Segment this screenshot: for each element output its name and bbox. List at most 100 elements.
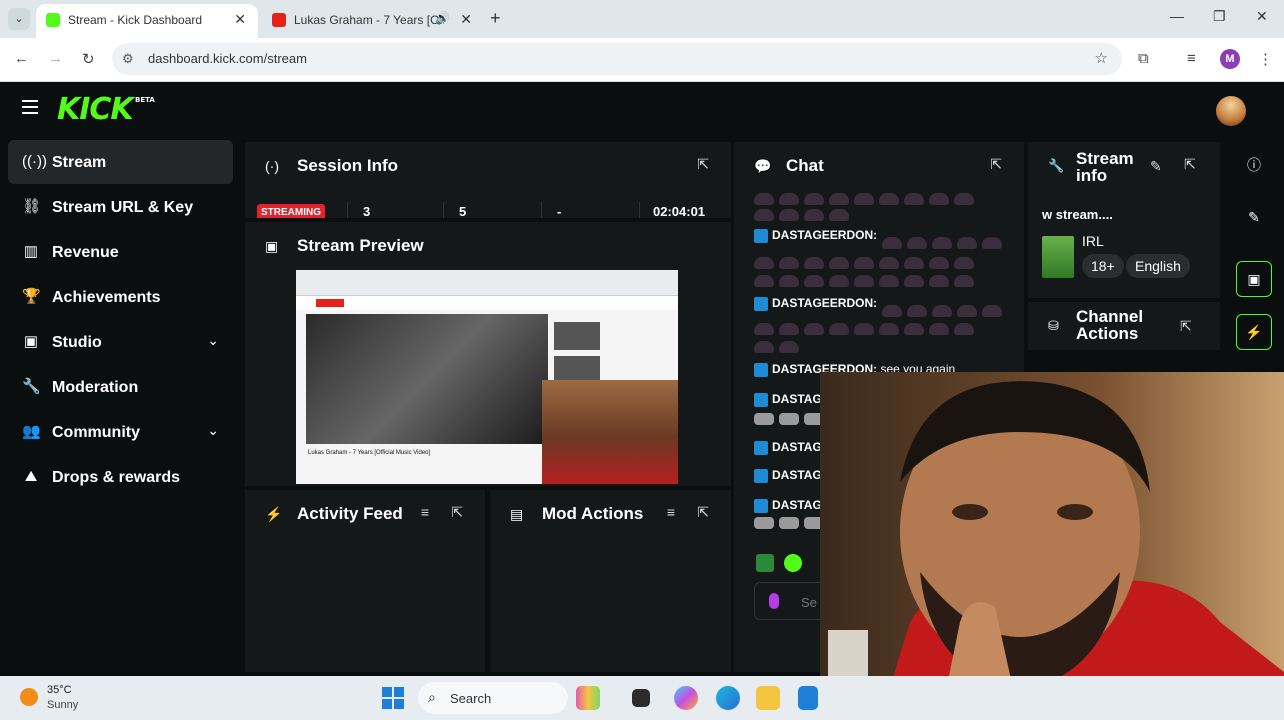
tag-18plus[interactable]: 18+: [1082, 254, 1124, 278]
screen-capture-icon[interactable]: ▣: [1236, 261, 1272, 297]
sidebar-item-label: Moderation: [52, 379, 139, 396]
chat-username[interactable]: DASTAGEERDON:: [772, 296, 877, 310]
edit-pencil-icon[interactable]: ✎: [1150, 158, 1162, 175]
store-app-icon[interactable]: [798, 686, 818, 710]
popout-icon[interactable]: ⇱: [990, 156, 1002, 173]
streaming-badge: STREAMING: [257, 204, 325, 218]
category-image[interactable]: [1042, 236, 1074, 278]
hamburger-menu-icon[interactable]: [22, 100, 38, 118]
media-controls-icon[interactable]: ≡: [1187, 50, 1196, 67]
sidebar-item-drops-rewards[interactable]: ⛰ Drops & rewards: [8, 455, 233, 499]
popout-icon[interactable]: ⇱: [697, 504, 709, 521]
studio-icon: ▣: [23, 333, 39, 350]
wrench-icon: 🔧: [1048, 158, 1065, 173]
back-button[interactable]: ←: [14, 50, 29, 67]
chat-emotes: [754, 274, 979, 288]
weather-temp[interactable]: 35°C: [47, 684, 72, 696]
divider: [347, 202, 348, 218]
sidebar-item-studio[interactable]: ▣ Studio ⌄: [8, 320, 233, 364]
address-bar-row: ← → ↻ ⚙ dashboard.kick.com/stream ☆ ⧉ ≡ …: [0, 38, 1284, 82]
sidebar-item-revenue[interactable]: ▥ Revenue: [8, 230, 233, 274]
kick-header: KICK BETA: [0, 82, 1284, 138]
bookmark-star-icon[interactable]: ☆: [1095, 49, 1108, 67]
edit-pencil-icon[interactable]: ✎: [1236, 200, 1272, 236]
chat-username[interactable]: DASTAG: [772, 440, 822, 454]
tab-close-icon[interactable]: ✕: [234, 11, 246, 28]
youtube-favicon-icon: [272, 13, 286, 27]
microphone-icon[interactable]: [769, 593, 779, 609]
tab-title: Stream - Kick Dashboard: [68, 13, 203, 27]
chevron-down-icon[interactable]: ⌄: [207, 332, 219, 349]
webcam-overlay: [820, 372, 1284, 720]
chat-username[interactable]: DASTAG: [772, 468, 822, 482]
taskbar-search[interactable]: ⌕ Search: [418, 682, 568, 714]
site-info-icon[interactable]: ⚙: [122, 51, 134, 67]
sun-icon: [20, 688, 38, 706]
chat-emotes: [754, 340, 804, 354]
emote-picker-icon[interactable]: [756, 554, 774, 572]
kick-emote-icon[interactable]: [784, 554, 802, 572]
filter-icon[interactable]: ≡: [667, 504, 675, 520]
windows-start-icon[interactable]: [382, 687, 404, 709]
panel-title: Chat: [786, 156, 824, 175]
sidebar-item-label: Drops & rewards: [52, 469, 181, 486]
menu-kebab-icon[interactable]: ⋮: [1258, 50, 1273, 68]
tab-kick-dashboard[interactable]: Stream - Kick Dashboard ✕: [36, 4, 258, 38]
tab-youtube[interactable]: Lukas Graham - 7 Years [Offi 🔊 ✕: [262, 4, 484, 38]
new-tab-button[interactable]: +: [490, 8, 501, 29]
popout-icon[interactable]: ⇱: [1180, 318, 1192, 335]
minimize-button[interactable]: —: [1170, 8, 1184, 24]
chat-emotes: [754, 192, 979, 206]
extensions-icon[interactable]: ⧉: [1138, 50, 1149, 67]
kick-favicon-icon: [46, 13, 60, 27]
sidebar-item-label: Community: [52, 424, 140, 441]
chat-username[interactable]: DASTAG: [772, 392, 822, 406]
info-icon[interactable]: ⓘ: [1236, 148, 1272, 184]
file-explorer-icon[interactable]: [756, 686, 780, 710]
stat-value: 5: [459, 204, 467, 218]
profile-avatar[interactable]: M: [1220, 49, 1240, 69]
speaker-icon[interactable]: 🔊: [435, 11, 450, 25]
popout-icon[interactable]: ⇱: [1184, 156, 1196, 173]
window-close-button[interactable]: ✕: [1256, 8, 1268, 25]
panel-header: 💬 Chat ⇱: [734, 142, 1024, 190]
sidebar-item-stream-url-key[interactable]: ⛓ Stream URL & Key: [8, 185, 233, 229]
divider: [541, 202, 542, 218]
moderator-badge-icon: [754, 392, 768, 407]
logo-text: KICK: [57, 92, 134, 127]
webcam-image: [820, 372, 1284, 720]
bolt-icon: ⚡: [265, 506, 283, 522]
reload-button[interactable]: ↻: [82, 50, 95, 68]
restore-button[interactable]: ❐: [1213, 8, 1226, 25]
channel-actions-panel: ⛁ Channel Actions ⇱: [1028, 302, 1220, 350]
filter-icon[interactable]: ≡: [421, 504, 429, 520]
stream-preview-video[interactable]: Lukas Graham - 7 Years [Official Music V…: [296, 270, 678, 484]
tab-close-icon[interactable]: ✕: [460, 11, 472, 28]
sidebar-item-achievements[interactable]: 🏆 Achievements: [8, 275, 233, 319]
preview-browser-bar: [296, 270, 678, 296]
popout-icon[interactable]: ⇱: [451, 504, 463, 521]
copilot-icon[interactable]: [674, 686, 698, 710]
chat-message: DASTAGEERDON:: [754, 296, 877, 311]
user-avatar[interactable]: [1216, 96, 1246, 126]
beta-badge: BETA: [135, 96, 155, 104]
sidebar-item-community[interactable]: 👥 Community ⌄: [8, 410, 233, 454]
chevron-down-icon[interactable]: ⌄: [207, 422, 219, 439]
broadcast-icon: ((·)): [22, 153, 47, 170]
flowers-app-icon[interactable]: [576, 686, 600, 710]
url-field[interactable]: ⚙ dashboard.kick.com/stream ☆: [112, 43, 1122, 75]
kick-logo[interactable]: KICK BETA: [57, 92, 155, 127]
category-name[interactable]: IRL: [1082, 233, 1104, 249]
chat-username[interactable]: DASTAGEERDON:: [772, 228, 877, 242]
edge-browser-icon[interactable]: [716, 686, 740, 710]
terminal-app-icon[interactable]: [632, 689, 650, 707]
chat-username[interactable]: DASTAG: [772, 498, 822, 512]
tab-search-button[interactable]: ⌄: [8, 8, 30, 30]
forward-button[interactable]: →: [48, 50, 63, 67]
sidebar-item-stream[interactable]: ((·)) Stream: [8, 140, 233, 184]
tag-english[interactable]: English: [1126, 254, 1190, 278]
moderator-badge-icon: [754, 468, 768, 483]
sidebar-item-moderation[interactable]: 🔧 Moderation: [8, 365, 233, 409]
popout-icon[interactable]: ⇱: [697, 156, 709, 173]
bolt-icon[interactable]: ⚡: [1236, 314, 1272, 350]
